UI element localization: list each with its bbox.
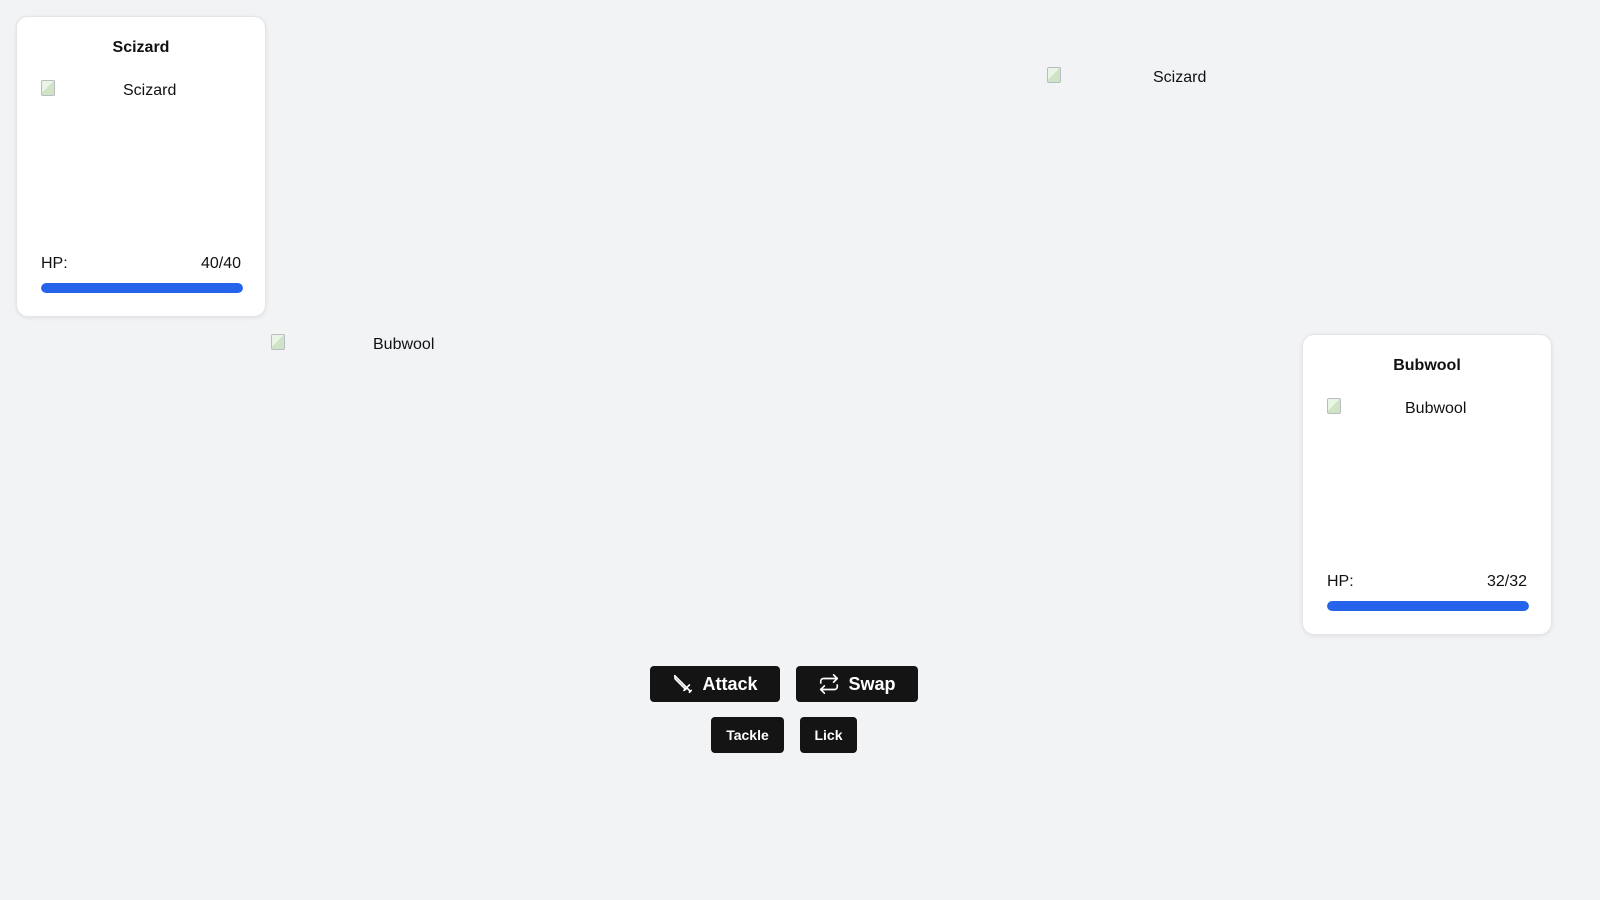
swap-button[interactable]: Swap (796, 666, 918, 702)
player-hp-label: HP: (41, 255, 68, 272)
battlefield-top-sprite-alt: Scizard (1153, 69, 1207, 86)
broken-image-icon (1327, 398, 1341, 414)
opponent-pokemon-name: Bubwool (1393, 357, 1461, 374)
opponent-pokemon-card: Bubwool Bubwool HP: 32/32 (1302, 334, 1552, 635)
player-hp-bar (41, 283, 243, 293)
player-hp-bar-fill (41, 283, 243, 293)
player-pokemon-image: Scizard (41, 80, 243, 230)
opponent-pokemon-image: Bubwool (1327, 398, 1529, 548)
opponent-hp-label: HP: (1327, 573, 1354, 590)
move-button-label: Lick (814, 727, 843, 743)
move-button-lick[interactable]: Lick (800, 717, 857, 753)
broken-image-icon (1047, 67, 1061, 83)
player-pokemon-image-alt: Scizard (123, 82, 177, 99)
player-pokemon-card: Scizard Scizard HP: 40/40 (16, 16, 266, 317)
player-hp-row: HP: 40/40 (41, 255, 241, 273)
battlefield-bottom-sprite: Bubwool (271, 334, 473, 494)
swap-button-label: Swap (848, 673, 896, 694)
opponent-hp-value: 32/32 (1486, 573, 1527, 590)
attack-button[interactable]: Attack (650, 666, 780, 702)
swap-arrows-icon (820, 674, 839, 694)
broken-image-icon (41, 80, 55, 96)
sword-icon (674, 674, 693, 694)
opponent-hp-bar-fill (1327, 601, 1529, 611)
battlefield-bottom-sprite-alt: Bubwool (373, 336, 435, 353)
attack-button-label: Attack (702, 673, 758, 694)
player-pokemon-name: Scizard (112, 39, 170, 56)
broken-image-icon (271, 334, 285, 350)
player-hp-value: 40/40 (200, 255, 241, 272)
move-button-label: Tackle (726, 727, 769, 743)
move-button-tackle[interactable]: Tackle (711, 717, 784, 753)
opponent-hp-bar (1327, 601, 1529, 611)
battlefield-top-sprite: Scizard (1047, 67, 1249, 227)
opponent-pokemon-image-alt: Bubwool (1405, 400, 1467, 417)
opponent-hp-row: HP: 32/32 (1327, 573, 1527, 591)
